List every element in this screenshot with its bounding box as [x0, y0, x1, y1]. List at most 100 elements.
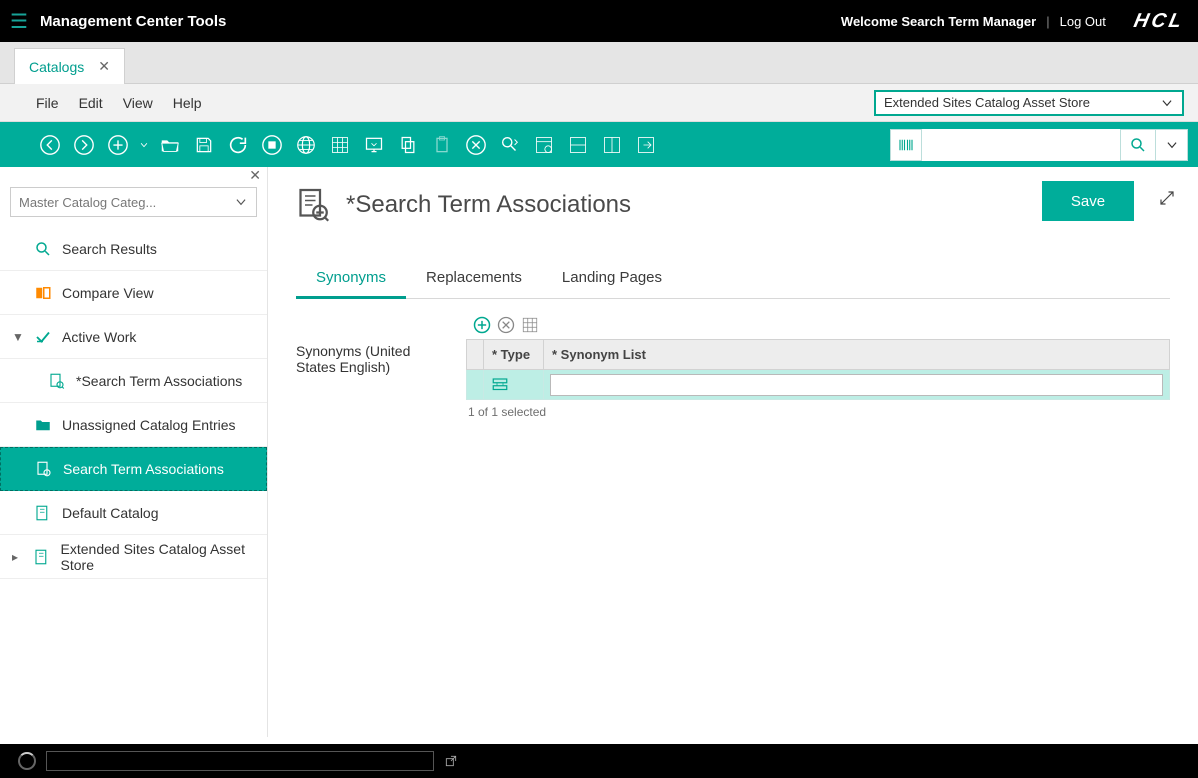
split-v-icon[interactable] [598, 131, 626, 159]
columns-icon[interactable] [520, 315, 540, 335]
close-icon[interactable]: ✕ [98, 58, 110, 75]
grid-icon[interactable] [326, 131, 354, 159]
type-cell[interactable] [484, 370, 544, 400]
editor-label: Synonyms (United States English) [296, 315, 446, 424]
menu-view[interactable]: View [123, 95, 153, 111]
search-input[interactable] [922, 129, 1120, 161]
main-tabs: Synonyms Replacements Landing Pages [296, 259, 1170, 299]
table-row[interactable] [467, 370, 1170, 400]
stop-icon[interactable] [258, 131, 286, 159]
tab-label: Catalogs [29, 59, 84, 75]
folder-icon [34, 416, 52, 434]
chevron-down-icon [234, 195, 248, 209]
open-icon[interactable] [156, 131, 184, 159]
search-dropdown-icon[interactable] [1156, 129, 1188, 161]
col-type[interactable]: * Type [484, 340, 544, 370]
brand-logo: HCL [1131, 10, 1186, 33]
status-input[interactable] [46, 751, 434, 771]
main-panel: Save *Search Term Associations Synonyms … [268, 167, 1198, 737]
refresh-icon[interactable] [224, 131, 252, 159]
column-settings-icon[interactable] [530, 131, 558, 159]
add-row-icon[interactable] [472, 315, 492, 335]
document-search-icon [35, 460, 53, 478]
sidebar-item-star-search-term-associations[interactable]: *Search Term Associations [0, 359, 267, 403]
copy-icon[interactable] [394, 131, 422, 159]
dropdown-caret-icon[interactable] [138, 131, 150, 159]
catalog-icon [33, 548, 51, 566]
sidebar-item-label: Search Term Associations [63, 461, 224, 477]
sidebar: ✕ Master Catalog Categ... Search Results… [0, 167, 268, 737]
chevron-right-icon: ▸ [12, 550, 23, 564]
synonyms-table: * Type * Synonym List [466, 339, 1170, 400]
tab-synonyms[interactable]: Synonyms [296, 259, 406, 299]
sidebar-item-search-results[interactable]: Search Results [0, 227, 267, 271]
sidebar-item-search-term-associations[interactable]: Search Term Associations [0, 447, 267, 491]
body: ✕ Master Catalog Categ... Search Results… [0, 167, 1198, 737]
page-header: *Search Term Associations [296, 187, 1170, 223]
new-icon[interactable] [104, 131, 132, 159]
chevron-down-icon: ▼ [12, 330, 24, 344]
synonyms-editor: Synonyms (United States English) * Type … [296, 315, 1170, 424]
delete-row-icon[interactable] [496, 315, 516, 335]
sidebar-item-default-catalog[interactable]: Default Catalog [0, 491, 267, 535]
sidebar-item-label: *Search Term Associations [76, 373, 242, 389]
toolbar [0, 122, 1198, 167]
popout-icon[interactable] [444, 754, 458, 768]
synonym-list-input[interactable] [550, 374, 1163, 396]
forward-icon[interactable] [70, 131, 98, 159]
synonym-list-cell[interactable] [544, 370, 1170, 400]
menu-help[interactable]: Help [173, 95, 202, 111]
col-synonym-list[interactable]: * Synonym List [544, 340, 1170, 370]
topbar: ☰ Management Center Tools Welcome Search… [0, 0, 1198, 42]
logout-link[interactable]: Log Out [1060, 14, 1106, 29]
sidebar-item-label: Search Results [62, 241, 157, 257]
search-icon [34, 240, 52, 258]
tab-catalogs[interactable]: Catalogs ✕ [14, 48, 125, 84]
document-search-icon [296, 187, 332, 223]
app-title: Management Center Tools [40, 13, 226, 30]
save-icon[interactable] [190, 131, 218, 159]
document-search-icon [48, 372, 66, 390]
compare-icon [34, 284, 52, 302]
delete-icon[interactable] [462, 131, 490, 159]
back-icon[interactable] [36, 131, 64, 159]
sidebar-item-extended-sites-store[interactable]: ▸ Extended Sites Catalog Asset Store [0, 535, 267, 579]
search-icon[interactable] [1120, 129, 1156, 161]
sidebar-item-active-work[interactable]: ▼ Active Work [0, 315, 267, 359]
hamburger-icon[interactable]: ☰ [10, 9, 28, 34]
paste-icon [428, 131, 456, 159]
tab-landing-pages[interactable]: Landing Pages [542, 259, 682, 298]
sidebar-close-icon[interactable]: ✕ [0, 167, 267, 181]
toolbar-search [890, 129, 1188, 161]
sidebar-item-unassigned-catalog-entries[interactable]: Unassigned Catalog Entries [0, 403, 267, 447]
chevron-down-icon [1160, 96, 1174, 110]
synonym-type-icon [490, 376, 537, 394]
work-icon [34, 328, 52, 346]
store-selector[interactable]: Extended Sites Catalog Asset Store [874, 90, 1184, 116]
catalog-selector[interactable]: Master Catalog Categ... [10, 187, 257, 217]
catalog-selector-label: Master Catalog Categ... [19, 195, 156, 210]
preview-icon[interactable] [360, 131, 388, 159]
menubar: File Edit View Help Extended Sites Catal… [0, 84, 1198, 122]
globe-icon[interactable] [292, 131, 320, 159]
sidebar-item-label: Active Work [62, 329, 136, 345]
find-replace-icon[interactable] [496, 131, 524, 159]
menu-edit[interactable]: Edit [79, 95, 103, 111]
sidebar-item-compare-view[interactable]: Compare View [0, 271, 267, 315]
statusbar [0, 744, 1198, 778]
catalog-icon [34, 504, 52, 522]
menu-items: File Edit View Help [14, 95, 202, 111]
barcode-icon [890, 129, 922, 161]
divider: | [1046, 14, 1049, 29]
sidebar-item-label: Default Catalog [62, 505, 159, 521]
selection-status: 1 of 1 selected [466, 400, 1170, 424]
store-selector-label: Extended Sites Catalog Asset Store [884, 95, 1090, 110]
tab-replacements[interactable]: Replacements [406, 259, 542, 298]
split-h-icon[interactable] [564, 131, 592, 159]
page-title: *Search Term Associations [346, 191, 631, 219]
menu-file[interactable]: File [36, 95, 59, 111]
expand-icon[interactable] [1158, 189, 1176, 207]
sidebar-item-label: Unassigned Catalog Entries [62, 417, 236, 433]
save-button[interactable]: Save [1042, 181, 1134, 221]
export-icon[interactable] [632, 131, 660, 159]
